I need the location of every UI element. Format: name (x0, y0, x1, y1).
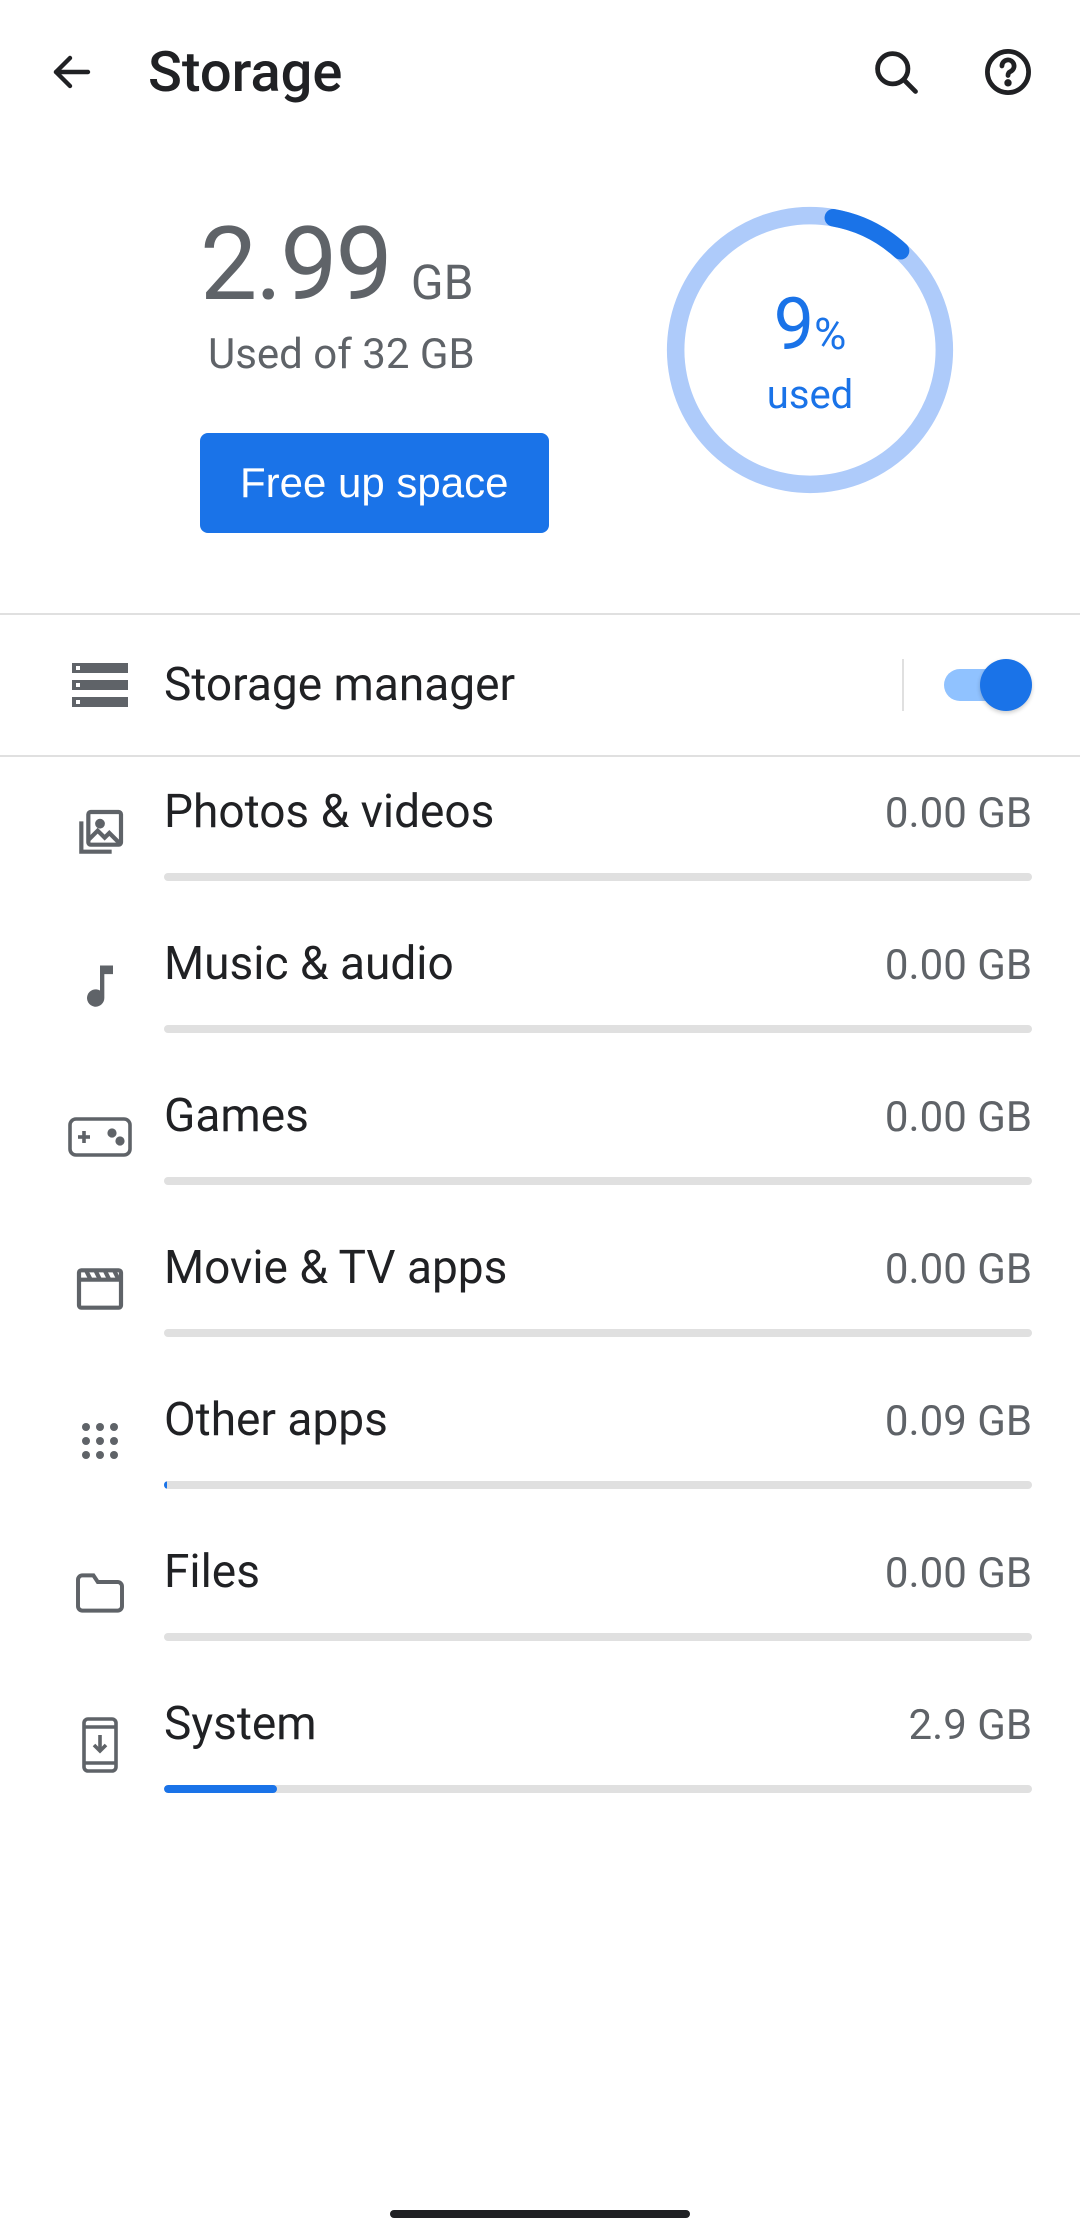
category-size: 0.00 GB (885, 941, 1032, 990)
page-title: Storage (148, 39, 852, 105)
category-label: Movie & TV apps (164, 1241, 507, 1295)
category-size: 2.9 GB (909, 1701, 1032, 1750)
photos-icon (36, 805, 164, 861)
category-label: Games (164, 1089, 309, 1143)
category-progress (164, 873, 1032, 881)
system-icon (36, 1715, 164, 1775)
movies-icon (36, 1261, 164, 1317)
category-size: 0.09 GB (885, 1397, 1032, 1446)
search-icon (870, 46, 922, 98)
storage-manager-row[interactable]: Storage manager (0, 615, 1080, 755)
category-progress (164, 1177, 1032, 1185)
usage-percent: 9% (774, 282, 847, 367)
category-size: 0.00 GB (885, 1093, 1032, 1142)
category-row-files[interactable]: Files 0.00 GB (0, 1517, 1080, 1669)
apps-icon (36, 1417, 164, 1465)
help-button[interactable] (964, 28, 1052, 116)
category-row-photos[interactable]: Photos & videos 0.00 GB (0, 757, 1080, 909)
category-progress (164, 1633, 1032, 1641)
category-progress (164, 1025, 1032, 1033)
category-label: Files (164, 1545, 260, 1599)
usage-percent-label: used (767, 371, 853, 418)
search-button[interactable] (852, 28, 940, 116)
nav-handle (390, 2210, 690, 2218)
storage-manager-label: Storage manager (164, 658, 862, 712)
category-row-music[interactable]: Music & audio 0.00 GB (0, 909, 1080, 1061)
used-unit: GB (411, 254, 474, 311)
used-value: 2.99 (200, 204, 391, 324)
category-label: System (164, 1697, 317, 1751)
category-label: Other apps (164, 1393, 388, 1447)
category-list: Photos & videos 0.00 GB Music & audio 0.00 … (0, 757, 1080, 1821)
usage-donut: 9% used (664, 204, 956, 496)
category-progress (164, 1785, 1032, 1793)
storage-summary: 2.99 GB Used of 32 GB Free up space 9% u… (0, 144, 1080, 613)
category-row-apps[interactable]: Other apps 0.09 GB (0, 1365, 1080, 1517)
category-row-system[interactable]: System 2.9 GB (0, 1669, 1080, 1821)
category-label: Photos & videos (164, 785, 494, 839)
arrow-back-icon (48, 48, 96, 96)
music-icon (36, 959, 164, 1011)
storage-manager-icon (72, 663, 128, 707)
back-button[interactable] (28, 28, 116, 116)
help-icon (982, 46, 1034, 98)
files-icon (36, 1571, 164, 1615)
category-progress (164, 1329, 1032, 1337)
used-subtext: Used of 32 GB (208, 330, 660, 379)
category-row-movies[interactable]: Movie & TV apps 0.00 GB (0, 1213, 1080, 1365)
storage-manager-toggle[interactable] (944, 659, 1032, 711)
games-icon (36, 1117, 164, 1157)
category-size: 0.00 GB (885, 1245, 1032, 1294)
category-row-games[interactable]: Games 0.00 GB (0, 1061, 1080, 1213)
free-up-space-button[interactable]: Free up space (200, 433, 549, 533)
category-progress (164, 1481, 1032, 1489)
category-size: 0.00 GB (885, 1549, 1032, 1598)
category-label: Music & audio (164, 937, 454, 991)
vertical-divider (902, 659, 904, 711)
category-size: 0.00 GB (885, 789, 1032, 838)
